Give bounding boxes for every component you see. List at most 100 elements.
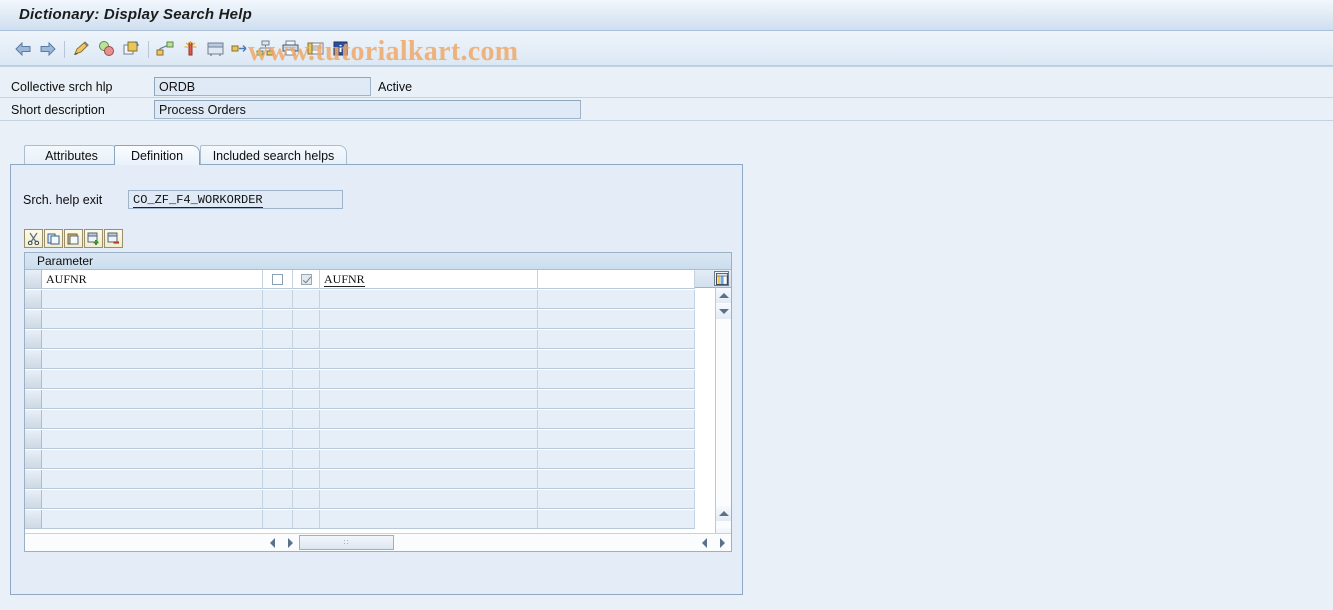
row-selector[interactable] (25, 450, 42, 469)
cell-default[interactable] (538, 430, 695, 449)
cell-data_el[interactable] (320, 470, 538, 489)
table-row[interactable] (25, 430, 731, 450)
cell-default[interactable] (538, 410, 695, 429)
row-selector[interactable] (25, 350, 42, 369)
table-row[interactable] (25, 290, 731, 310)
table-row[interactable] (25, 330, 731, 350)
export-checkbox[interactable] (300, 273, 312, 285)
delete-row-icon[interactable] (104, 229, 123, 248)
cut-icon[interactable] (24, 229, 43, 248)
scroll-right-end-icon[interactable] (715, 535, 730, 550)
information-icon[interactable] (328, 35, 353, 62)
table-row[interactable] (25, 310, 731, 330)
cell-default[interactable] (538, 510, 695, 529)
cell-default[interactable] (538, 350, 695, 369)
cell-param[interactable] (42, 350, 263, 369)
cell-imp[interactable] (263, 490, 293, 509)
cell-exp[interactable] (293, 510, 320, 529)
cell-exp[interactable] (293, 370, 320, 389)
table-row[interactable] (25, 390, 731, 410)
scroll-up-page-icon[interactable] (716, 506, 731, 521)
table-row[interactable] (25, 470, 731, 490)
row-selector[interactable] (25, 470, 42, 489)
cell-imp[interactable] (263, 270, 293, 289)
cell-imp[interactable] (263, 330, 293, 349)
row-selector[interactable] (25, 270, 42, 289)
row-selector[interactable] (25, 410, 42, 429)
cell-data_el[interactable] (320, 310, 538, 329)
scroll-left-end-icon[interactable] (697, 535, 712, 550)
data-element-link[interactable]: AUFNR (324, 272, 365, 287)
cell-data_el[interactable] (320, 290, 538, 309)
cell-imp[interactable] (263, 390, 293, 409)
technical-settings-icon[interactable] (203, 35, 228, 62)
cell-data_el[interactable] (320, 350, 538, 369)
cell-data_el[interactable] (320, 430, 538, 449)
cell-data_el[interactable] (320, 370, 538, 389)
cell-imp[interactable] (263, 470, 293, 489)
cell-data_el[interactable] (320, 450, 538, 469)
paste-icon[interactable] (64, 229, 83, 248)
row-selector[interactable] (25, 290, 42, 309)
tab-definition[interactable]: Definition (114, 145, 200, 165)
check-object-icon[interactable] (94, 35, 119, 62)
cell-data_el[interactable] (320, 330, 538, 349)
cell-data_el[interactable] (320, 390, 538, 409)
cell-exp[interactable] (293, 430, 320, 449)
cell-default[interactable] (538, 270, 695, 289)
documentation-icon[interactable] (303, 35, 328, 62)
cell-param[interactable] (42, 370, 263, 389)
table-row[interactable] (25, 490, 731, 510)
horizontal-scroll-thumb[interactable]: ∷ (299, 535, 394, 550)
cell-default[interactable] (538, 490, 695, 509)
row-selector[interactable] (25, 310, 42, 329)
where-used-list-icon[interactable] (153, 35, 178, 62)
back-arrow-icon[interactable] (10, 35, 35, 62)
display-change-icon[interactable] (69, 35, 94, 62)
cell-param[interactable] (42, 330, 263, 349)
vertical-scrollbar[interactable] (715, 288, 731, 551)
cell-exp[interactable] (293, 390, 320, 409)
copy-icon[interactable] (44, 229, 63, 248)
cell-data_el[interactable]: AUFNR (320, 270, 538, 289)
tab-included-search-helps[interactable]: Included search helps (200, 145, 347, 165)
table-row[interactable] (25, 450, 731, 470)
cell-param[interactable] (42, 490, 263, 509)
cell-default[interactable] (538, 370, 695, 389)
horizontal-scrollbar[interactable]: ∷ (25, 533, 731, 551)
cell-exp[interactable] (293, 470, 320, 489)
cell-imp[interactable] (263, 410, 293, 429)
row-selector[interactable] (25, 490, 42, 509)
table-row[interactable] (25, 370, 731, 390)
import-checkbox[interactable] (272, 273, 283, 285)
cell-default[interactable] (538, 470, 695, 489)
cell-param[interactable] (42, 310, 263, 329)
cell-imp[interactable] (263, 430, 293, 449)
cell-data_el[interactable] (320, 510, 538, 529)
cell-param[interactable] (42, 410, 263, 429)
cell-param[interactable] (42, 450, 263, 469)
cell-exp[interactable] (293, 330, 320, 349)
cell-exp[interactable] (293, 270, 320, 289)
cell-exp[interactable] (293, 290, 320, 309)
cell-param[interactable] (42, 470, 263, 489)
row-selector[interactable] (25, 430, 42, 449)
scroll-down-icon[interactable] (716, 304, 731, 319)
cell-exp[interactable] (293, 310, 320, 329)
cell-param[interactable] (42, 390, 263, 409)
scroll-left-icon[interactable] (265, 535, 280, 550)
cell-exp[interactable] (293, 450, 320, 469)
hierarchy-icon[interactable] (228, 35, 253, 62)
row-selector[interactable] (25, 390, 42, 409)
cell-default[interactable] (538, 290, 695, 309)
cell-data_el[interactable] (320, 490, 538, 509)
scroll-up-icon[interactable] (716, 288, 731, 303)
short-description-input[interactable]: Process Orders (154, 100, 581, 119)
search-help-exit-input[interactable]: CO_ZF_F4_WORKORDER (128, 190, 343, 209)
cell-exp[interactable] (293, 490, 320, 509)
cell-param[interactable] (42, 290, 263, 309)
row-selector[interactable] (25, 370, 42, 389)
cell-exp[interactable] (293, 350, 320, 369)
copy-object-icon[interactable] (119, 35, 144, 62)
cell-param[interactable] (42, 430, 263, 449)
